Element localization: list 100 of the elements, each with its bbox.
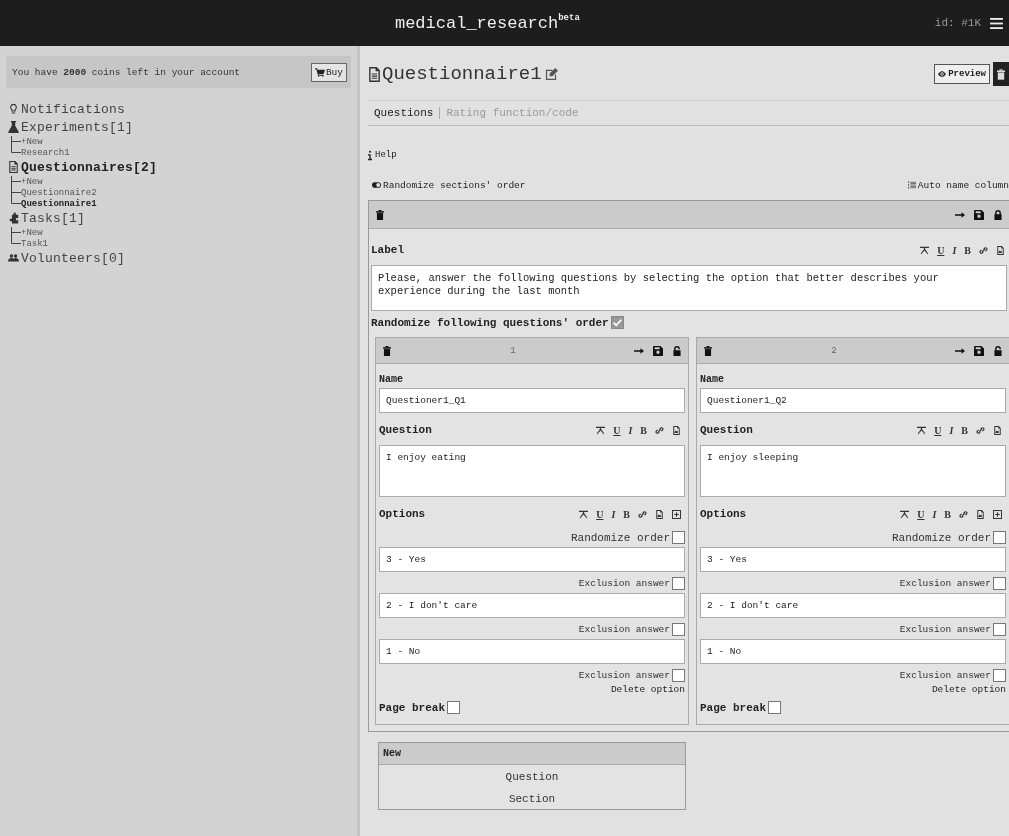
save-icon[interactable] [974, 209, 984, 220]
checkbox[interactable] [447, 701, 460, 714]
tree-item[interactable]: Task1 [21, 238, 48, 249]
option-field[interactable]: 1 - No [379, 639, 685, 664]
image-file-icon[interactable] [672, 425, 681, 435]
buy-button[interactable]: Buy [310, 62, 347, 82]
checkbox[interactable] [672, 669, 685, 682]
option-field[interactable]: 3 - Yes [700, 547, 1006, 572]
underline-button[interactable]: U [934, 424, 942, 436]
bold-button[interactable]: B [623, 508, 630, 520]
checkbox[interactable] [672, 623, 685, 636]
tree-connector-line [11, 136, 21, 147]
tree-item[interactable]: +New [21, 136, 43, 147]
unlock-icon[interactable] [672, 345, 682, 356]
name-field[interactable]: Questioner1_Q2 [700, 388, 1006, 413]
menu-item[interactable]: Section [508, 793, 556, 805]
image-file-icon[interactable] [996, 245, 1005, 255]
underline-button[interactable]: U [937, 244, 945, 256]
checkbox[interactable] [672, 577, 685, 590]
checkbox-label: Exclusion answer [578, 670, 670, 681]
clear-format-icon[interactable] [579, 509, 589, 519]
clear-format-icon[interactable] [596, 425, 606, 435]
tree-item[interactable]: Questionnaire2 [21, 187, 97, 198]
tree-item[interactable]: Research1 [21, 147, 70, 158]
option-field[interactable]: 2 - I don't care [379, 593, 685, 618]
option-field[interactable]: 2 - I don't care [700, 593, 1006, 618]
checkbox[interactable] [993, 623, 1006, 636]
lock-icon[interactable] [993, 209, 1003, 220]
save-icon[interactable] [653, 345, 663, 356]
underline-button[interactable]: U [917, 508, 925, 520]
option-field[interactable]: 1 - No [700, 639, 1006, 664]
bold-button[interactable]: B [640, 424, 647, 436]
preview-button[interactable]: Preview [934, 64, 990, 84]
trash-icon[interactable] [375, 209, 385, 220]
arrow-right-icon[interactable] [955, 209, 965, 220]
tree-group[interactable]: Tasks[1] [21, 210, 85, 226]
unlock-icon[interactable] [993, 345, 1003, 356]
lightbulb-icon [8, 103, 19, 115]
clear-format-icon[interactable] [920, 245, 930, 255]
link-icon[interactable] [979, 245, 988, 255]
arrow-right-icon[interactable] [634, 345, 644, 356]
add-box-icon[interactable] [672, 509, 681, 519]
image-file-icon[interactable] [655, 509, 664, 519]
link-icon[interactable] [976, 425, 985, 435]
checkbox[interactable] [610, 316, 624, 329]
menu-item[interactable]: Question [505, 771, 559, 783]
option-field[interactable]: 3 - Yes [379, 547, 685, 572]
italic-button[interactable]: I [628, 424, 633, 436]
tree-item[interactable]: +New [21, 227, 43, 238]
help-link[interactable]: Help [375, 150, 397, 160]
italic-button[interactable]: I [952, 244, 957, 256]
delete-option-link[interactable]: Delete option [610, 684, 685, 695]
arrow-right-icon[interactable] [955, 345, 965, 356]
bold-button[interactable]: B [944, 508, 951, 520]
checkbox[interactable] [672, 531, 685, 544]
link-icon[interactable] [655, 425, 664, 435]
question-field[interactable]: I enjoy sleeping [700, 445, 1006, 497]
name-field[interactable]: Questioner1_Q1 [379, 388, 685, 413]
tree-connector-line [11, 187, 21, 198]
save-icon[interactable] [974, 345, 984, 356]
clear-format-icon[interactable] [917, 425, 927, 435]
add-box-icon[interactable] [993, 509, 1002, 519]
tree-item[interactable]: +New [21, 176, 43, 187]
question-field[interactable]: I enjoy eating [379, 445, 685, 497]
delete-option-link[interactable]: Delete option [931, 684, 1006, 695]
image-file-icon[interactable] [976, 509, 985, 519]
tree-group[interactable]: Experiments[1] [21, 119, 134, 135]
field-label: Label [371, 244, 404, 256]
tab[interactable]: Questions [368, 107, 440, 119]
trash-icon[interactable] [382, 345, 392, 356]
menu-icon[interactable] [990, 17, 1003, 29]
underline-button[interactable]: U [596, 508, 604, 520]
italic-button[interactable]: I [611, 508, 616, 520]
list-icon [907, 181, 916, 189]
trash-icon[interactable] [703, 345, 713, 356]
link-icon[interactable] [638, 509, 647, 519]
checkbox[interactable] [993, 531, 1006, 544]
info-icon [368, 149, 372, 161]
edit-icon[interactable] [544, 67, 558, 81]
bold-button[interactable]: B [964, 244, 971, 256]
underline-button[interactable]: U [613, 424, 621, 436]
beta-label: beta [558, 12, 580, 23]
tree-item[interactable]: Questionnaire1 [21, 198, 97, 209]
tree-group[interactable]: Questionnaires[2] [21, 159, 158, 175]
tree-group[interactable]: Notifications [21, 101, 126, 117]
randomize-sections-toggle[interactable]: Randomize sections' order [368, 179, 526, 191]
checkbox[interactable] [993, 577, 1006, 590]
clear-format-icon[interactable] [900, 509, 910, 519]
italic-button[interactable]: I [949, 424, 954, 436]
tree-group[interactable]: Volunteers[0] [21, 250, 126, 266]
bold-button[interactable]: B [961, 424, 968, 436]
italic-button[interactable]: I [932, 508, 937, 520]
delete-button[interactable] [993, 62, 1009, 86]
auto-name-button[interactable]: Auto name column [903, 179, 1009, 191]
image-file-icon[interactable] [993, 425, 1002, 435]
checkbox[interactable] [768, 701, 781, 714]
people-icon [8, 252, 19, 264]
link-icon[interactable] [959, 509, 968, 519]
checkbox[interactable] [993, 669, 1006, 682]
label-text-field[interactable]: Please, answer the following questions by selecting the option that better describes your experience during the last month [371, 265, 1007, 311]
